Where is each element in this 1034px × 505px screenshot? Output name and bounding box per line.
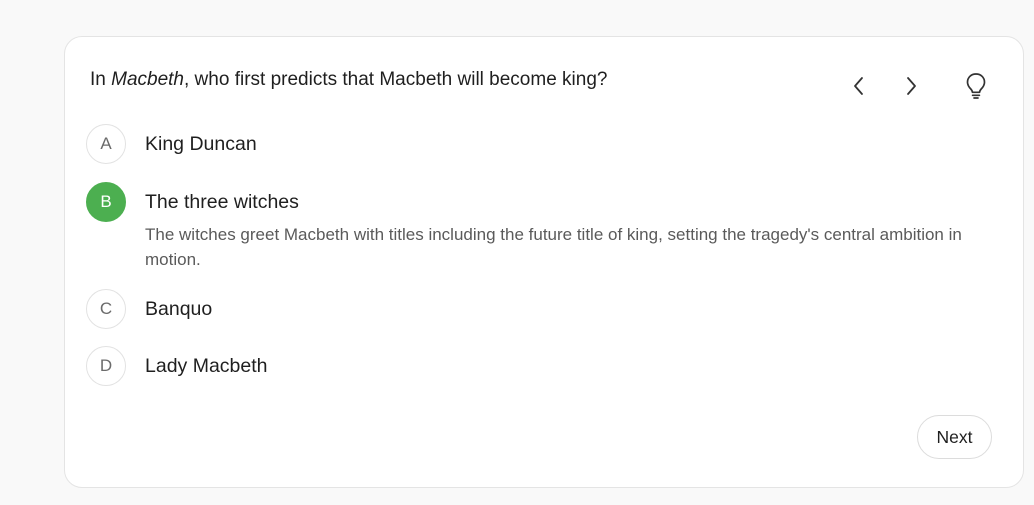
option-label: Banquo xyxy=(145,298,213,320)
option-letter-badge: D xyxy=(86,346,126,386)
option-explanation: The witches greet Macbeth with titles in… xyxy=(145,225,962,269)
question-prefix: In xyxy=(90,69,112,90)
question-italic-title: Macbeth xyxy=(111,69,184,90)
chevron-right-icon xyxy=(907,77,916,95)
option-letter-badge-selected: B xyxy=(86,182,126,222)
quiz-card: In Macbeth, who first predicts that Macb… xyxy=(64,36,1024,488)
chevron-left-icon xyxy=(854,77,863,95)
next-question-button[interactable] xyxy=(896,71,926,101)
option-label: Lady Macbeth xyxy=(145,355,268,377)
option-label: King Duncan xyxy=(145,133,257,155)
lightbulb-icon xyxy=(966,73,986,99)
hint-button[interactable] xyxy=(961,71,991,101)
question-suffix: , who first predicts that Macbeth will b… xyxy=(184,69,608,90)
previous-button[interactable] xyxy=(844,71,874,101)
option-letter-badge: C xyxy=(86,289,126,329)
option-label: The three witches xyxy=(145,191,299,213)
option-letter-badge: A xyxy=(86,124,126,164)
question-text: In Macbeth, who first predicts that Macb… xyxy=(90,68,607,92)
next-button[interactable]: Next xyxy=(917,415,992,459)
